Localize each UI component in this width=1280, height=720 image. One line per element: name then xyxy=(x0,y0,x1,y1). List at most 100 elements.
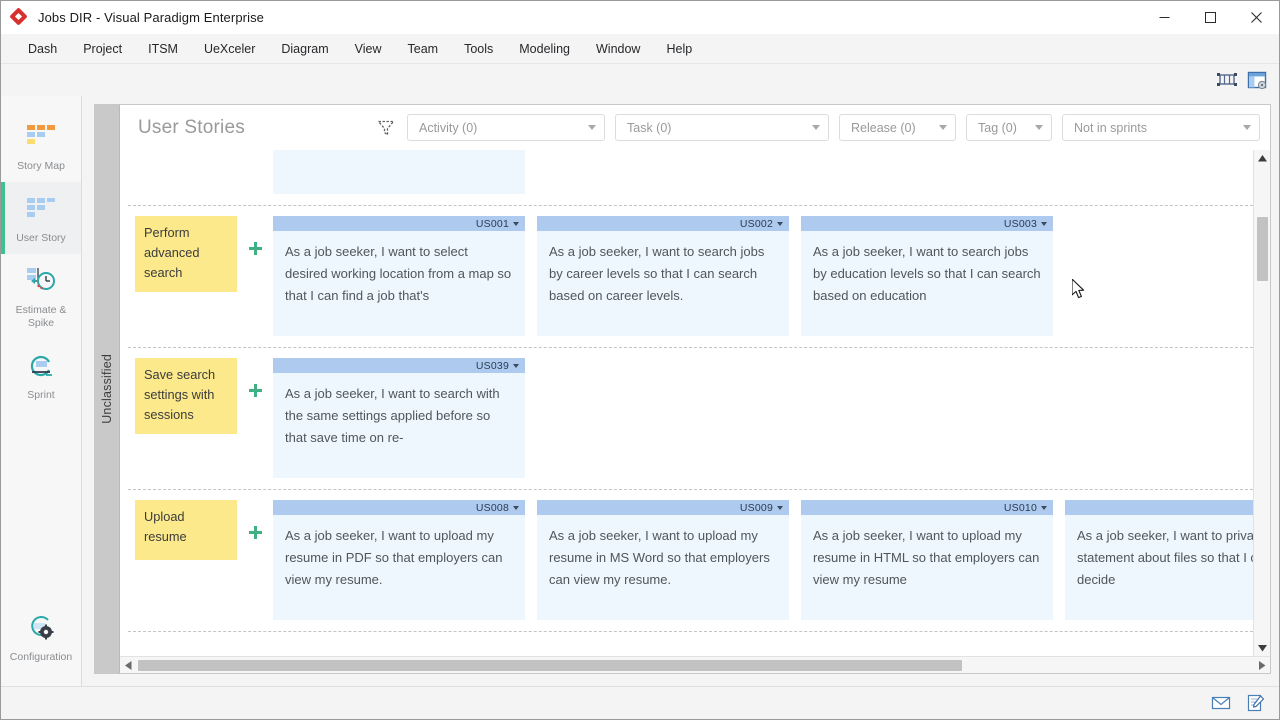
card-header: US008 xyxy=(273,500,525,515)
horizontal-scrollbar-thumb[interactable] xyxy=(138,660,962,671)
story-card[interactable]: US002 As a job seeker, I want to search … xyxy=(537,216,789,336)
menu-item-tools[interactable]: Tools xyxy=(451,38,506,60)
table-row: Upload resume US008 As a job seeker, I w… xyxy=(128,490,1253,632)
horizontal-scrollbar[interactable] xyxy=(120,656,1270,673)
sidebar-item-user-story[interactable]: User Story xyxy=(1,182,81,254)
card-header: US009 xyxy=(537,500,789,515)
maximize-icon[interactable] xyxy=(1187,1,1233,34)
card-header: US039 xyxy=(273,358,525,373)
sidebar-item-label: Sprint xyxy=(27,389,55,401)
story-card[interactable]: US003 As a job seeker, I want to search … xyxy=(801,216,1053,336)
sprint-icon xyxy=(21,349,61,383)
story-card-text: As a job seeker, I want to search jobs b… xyxy=(549,244,765,303)
mail-icon[interactable] xyxy=(1211,694,1231,712)
story-card-text: As a job seeker, I want to select desire… xyxy=(285,244,512,303)
plus-icon xyxy=(248,242,262,255)
scroll-left-icon[interactable] xyxy=(120,657,136,674)
filter-tag-label: Tag (0) xyxy=(978,120,1017,135)
menu-item-uexceler[interactable]: UeXceler xyxy=(191,38,268,60)
story-id: US002 xyxy=(739,217,773,230)
filter-sprint[interactable]: Not in sprints xyxy=(1062,114,1260,141)
sidebar-item-label: Story Map xyxy=(17,160,65,172)
sidebar-item-estimate-spike[interactable]: Estimate & Spike xyxy=(1,254,81,339)
note-edit-icon[interactable] xyxy=(1245,694,1265,712)
table-row: find a job according to my xyxy=(128,150,1253,206)
chevron-down-icon[interactable] xyxy=(777,505,783,510)
close-icon[interactable] xyxy=(1233,1,1279,34)
story-cards: US001 As a job seeker, I want to select … xyxy=(273,216,1253,336)
user-stories-panel: Unclassified User Stories Activity (0) T… xyxy=(94,104,1271,674)
filter-release-label: Release (0) xyxy=(851,120,916,135)
chevron-down-icon[interactable] xyxy=(1041,221,1047,226)
story-card[interactable]: find a job according to my xyxy=(273,150,525,194)
story-id: US010 xyxy=(1003,501,1037,514)
add-story-button[interactable] xyxy=(237,358,273,398)
fit-to-width-icon[interactable] xyxy=(1216,70,1238,90)
user-story-icon xyxy=(21,192,61,226)
story-card-text: As a job seeker, I want to search with t… xyxy=(285,386,500,445)
story-id: US009 xyxy=(739,501,773,514)
configuration-icon xyxy=(21,611,61,645)
epic-card[interactable]: Perform advanced search xyxy=(135,216,237,292)
vertical-scrollbar-thumb[interactable] xyxy=(1257,217,1268,281)
menu-item-dash[interactable]: Dash xyxy=(15,38,70,60)
menu-item-help[interactable]: Help xyxy=(653,38,705,60)
tab-unclassified[interactable]: Unclassified xyxy=(95,105,120,673)
epic-card[interactable]: Save search settings with sessions xyxy=(135,358,237,434)
chevron-down-icon[interactable] xyxy=(513,221,519,226)
story-card-text: As a job seeker, I want to upload my res… xyxy=(549,528,770,587)
menu-bar: Dash Project ITSM UeXceler Diagram View … xyxy=(1,34,1279,64)
tab-unclassified-label: Unclassified xyxy=(100,354,114,424)
plus-icon xyxy=(248,526,262,539)
filter-activity[interactable]: Activity (0) xyxy=(407,114,605,141)
story-card[interactable]: US039 As a job seeker, I want to search … xyxy=(273,358,525,478)
epic-card[interactable]: Upload resume xyxy=(135,500,237,560)
story-card[interactable]: US001 As a job seeker, I want to select … xyxy=(273,216,525,336)
add-story-button[interactable] xyxy=(237,216,273,256)
story-card[interactable]: As a job seeker, I want to privacy state… xyxy=(1065,500,1253,620)
card-header: US001 xyxy=(273,216,525,231)
menu-item-team[interactable]: Team xyxy=(395,38,452,60)
epic-cell: Save search settings with sessions xyxy=(135,358,237,434)
menu-item-project[interactable]: Project xyxy=(70,38,135,60)
chevron-down-icon[interactable] xyxy=(513,505,519,510)
filter-funnel-icon[interactable] xyxy=(375,117,397,139)
story-rows: find a job according to my Perform advan… xyxy=(120,150,1253,632)
filter-sprint-label: Not in sprints xyxy=(1074,120,1147,135)
story-id: US008 xyxy=(475,501,509,514)
add-story-button[interactable] xyxy=(237,500,273,540)
filter-task-label: Task (0) xyxy=(627,120,672,135)
story-card[interactable]: US010 As a job seeker, I want to upload … xyxy=(801,500,1053,620)
story-cards: find a job according to my xyxy=(273,150,1253,194)
sidebar-item-configuration[interactable]: Configuration xyxy=(1,601,81,686)
filter-task[interactable]: Task (0) xyxy=(615,114,829,141)
table-row: Perform advanced search US001 As a job s… xyxy=(128,206,1253,348)
scroll-right-icon[interactable] xyxy=(1254,657,1270,674)
minimize-icon[interactable] xyxy=(1141,1,1187,34)
panel-main: User Stories Activity (0) Task (0) Relea… xyxy=(120,105,1270,673)
vertical-scrollbar[interactable] xyxy=(1253,150,1270,656)
chevron-down-icon[interactable] xyxy=(777,221,783,226)
sidebar-item-story-map[interactable]: Story Map xyxy=(1,110,81,182)
menu-item-diagram[interactable]: Diagram xyxy=(268,38,341,60)
menu-item-view[interactable]: View xyxy=(342,38,395,60)
chevron-down-icon[interactable] xyxy=(513,363,519,368)
application-window: Jobs DIR - Visual Paradigm Enterprise Da… xyxy=(0,0,1280,720)
center-area: Unclassified User Stories Activity (0) T… xyxy=(82,96,1279,686)
card-header: US003 xyxy=(801,216,1053,231)
story-card[interactable]: US008 As a job seeker, I want to upload … xyxy=(273,500,525,620)
menu-item-itsm[interactable]: ITSM xyxy=(135,38,191,60)
filter-tag[interactable]: Tag (0) xyxy=(966,114,1052,141)
sidebar-item-sprint[interactable]: Sprint xyxy=(1,339,81,411)
scroll-up-icon[interactable] xyxy=(1254,150,1271,166)
panel-layout-icon[interactable] xyxy=(1246,70,1268,90)
story-card[interactable]: US009 As a job seeker, I want to upload … xyxy=(537,500,789,620)
chevron-down-icon[interactable] xyxy=(1041,505,1047,510)
filter-release[interactable]: Release (0) xyxy=(839,114,956,141)
story-card-text: As a job seeker, I want to privacy state… xyxy=(1077,528,1253,587)
chevron-down-icon xyxy=(1243,125,1251,130)
menu-item-modeling[interactable]: Modeling xyxy=(506,38,583,60)
menu-item-window[interactable]: Window xyxy=(583,38,653,60)
story-card-text: As a job seeker, I want to upload my res… xyxy=(813,528,1040,587)
scroll-down-icon[interactable] xyxy=(1254,640,1271,656)
